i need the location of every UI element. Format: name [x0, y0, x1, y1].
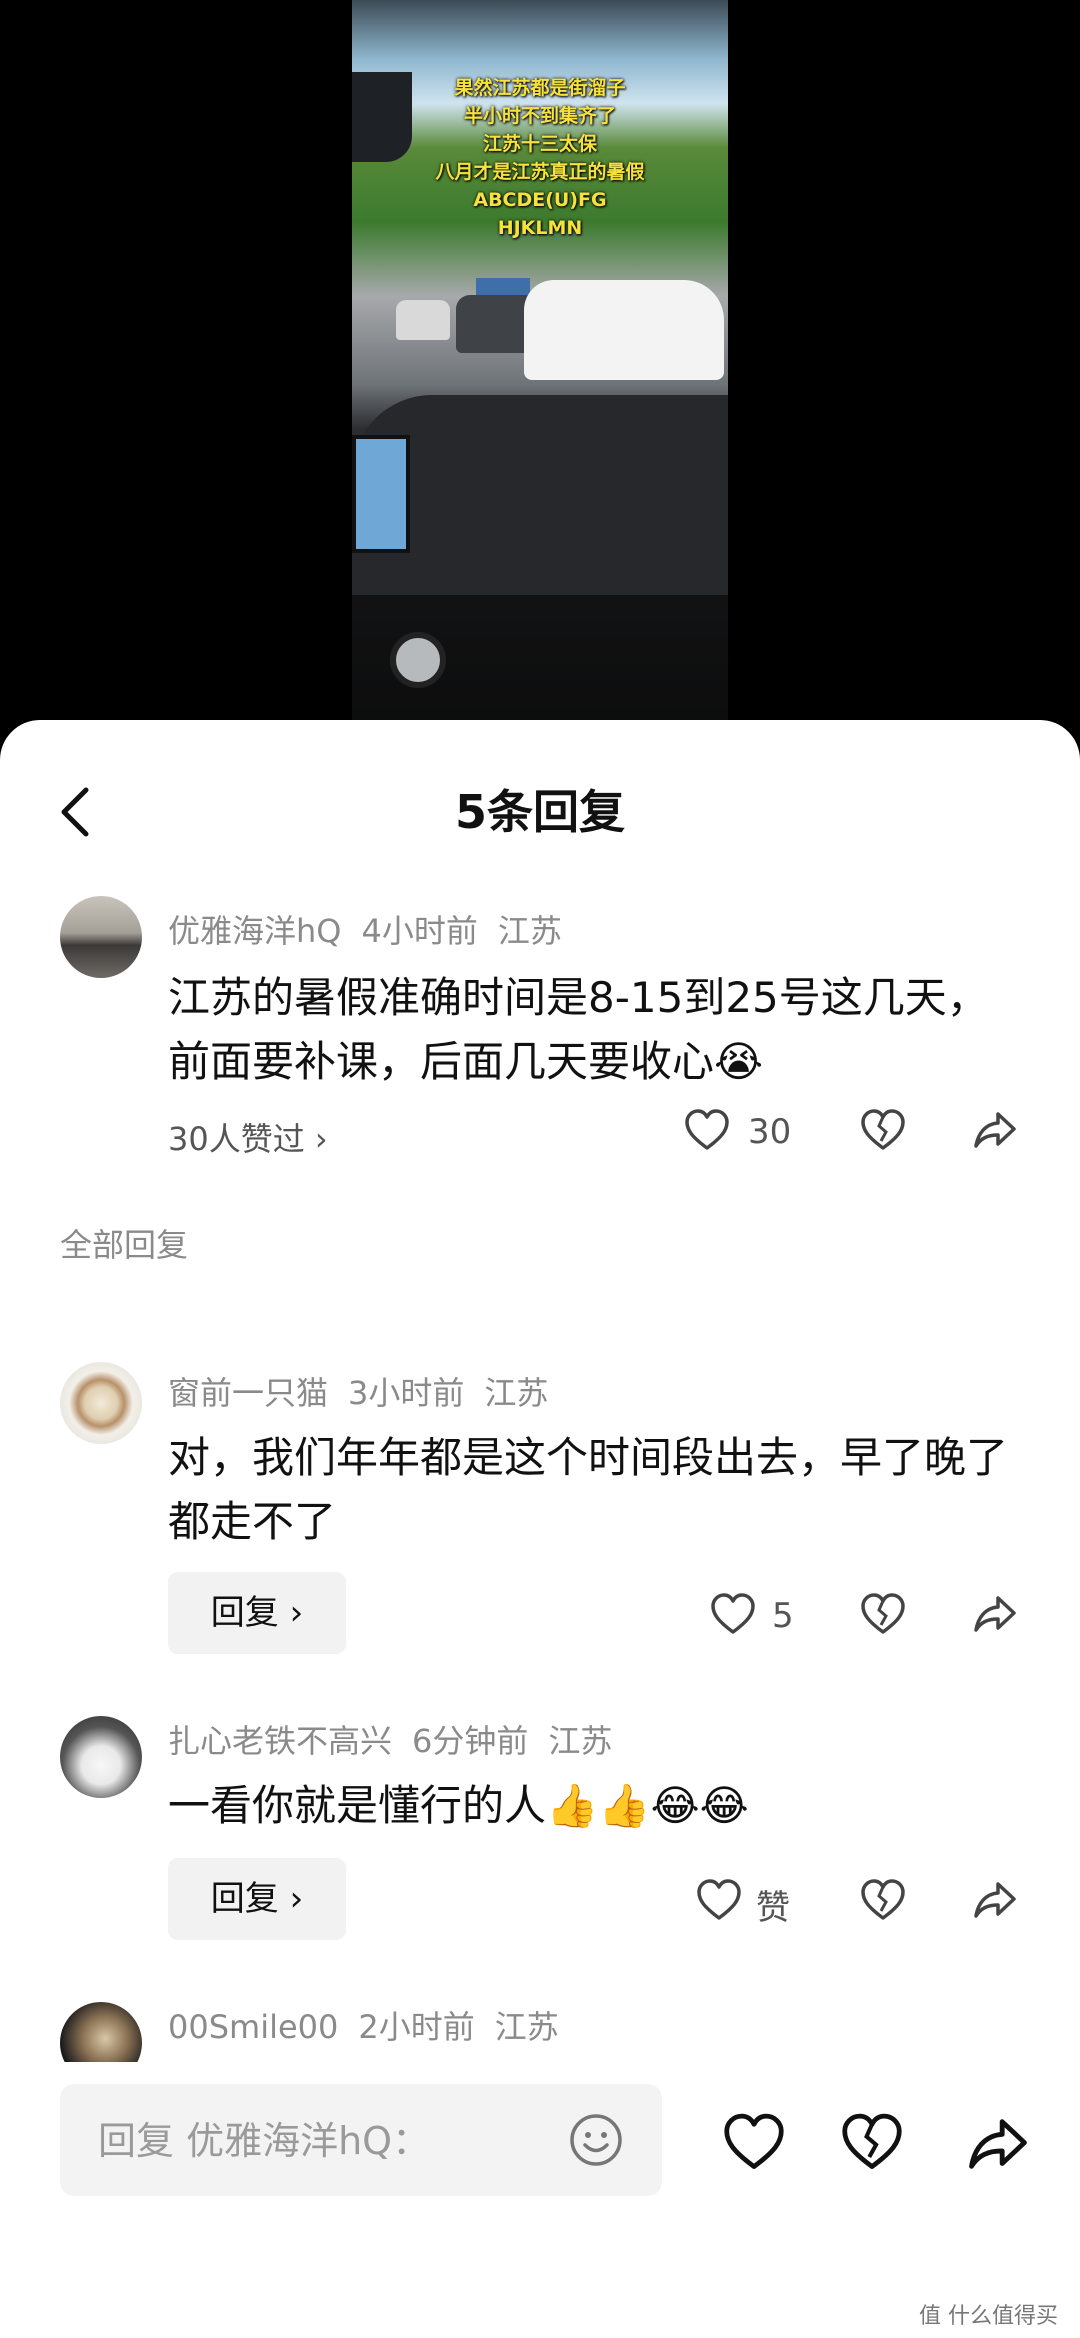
comment-text: 江苏的暑假准确时间是8-15到25号这几天，前面要补课，后面几天要收心😭 — [168, 973, 989, 1086]
broken-heart-icon — [842, 2113, 902, 2169]
share-icon — [969, 2119, 1027, 2169]
location: 江苏 — [494, 2008, 559, 2046]
avatar[interactable] — [60, 1362, 142, 1444]
car-screen — [352, 435, 410, 553]
dislike-button[interactable] — [860, 1592, 906, 1640]
like-button[interactable] — [710, 1592, 756, 1640]
location: 江苏 — [497, 912, 562, 950]
timestamp: 6分钟前 — [412, 1722, 529, 1760]
reply-button[interactable]: 回复 › — [168, 1572, 346, 1654]
like-count: 30 — [748, 1112, 792, 1152]
comment-meta: 窗前一只猫 3小时前 江苏 — [168, 1368, 568, 1414]
dislike-button[interactable] — [860, 1108, 906, 1156]
username[interactable]: 00Smile00 — [168, 2008, 338, 2046]
comment-text: 对，我们年年都是这个时间段出去，早了晚了都走不了 — [168, 1433, 1009, 1546]
share-icon — [974, 1882, 1016, 1918]
dislike-button[interactable] — [840, 2112, 904, 2176]
share-button[interactable] — [972, 1594, 1018, 1638]
username[interactable]: 扎心老铁不高兴 — [168, 1722, 392, 1760]
location: 江苏 — [548, 1722, 613, 1760]
username[interactable]: 窗前一只猫 — [168, 1374, 328, 1412]
timestamp: 2小时前 — [358, 2008, 475, 2046]
reply-input[interactable]: 回复 优雅海洋hQ： — [60, 2084, 662, 2196]
caption-line: 八月才是江苏真正的暑假 — [435, 161, 645, 183]
comment-text: 一看你就是懂行的人👍👍😂😂 — [168, 1781, 749, 1830]
username[interactable]: 优雅海洋hQ — [168, 912, 341, 950]
smiley-icon — [570, 2114, 622, 2166]
caption-line: ABCDE(U)FG — [473, 189, 607, 211]
share-button[interactable] — [972, 1110, 1018, 1154]
video-frame[interactable]: 果然江苏都是街溜子 半小时不到集齐了 江苏十三太保 八月才是江苏真正的暑假 AB… — [352, 0, 728, 740]
page-title: 5条回复 — [454, 785, 625, 839]
video-caption: 果然江苏都是街溜子 半小时不到集齐了 江苏十三太保 八月才是江苏真正的暑假 AB… — [352, 74, 728, 242]
avatar[interactable] — [60, 896, 142, 978]
heart-icon — [697, 1879, 741, 1920]
reply-button[interactable]: 回复 › — [168, 1858, 346, 1940]
heart-icon — [685, 1109, 729, 1150]
section-label: 全部回复 — [60, 1226, 189, 1264]
location: 江苏 — [484, 1374, 549, 1412]
share-button[interactable] — [972, 1880, 1018, 1924]
car — [524, 280, 724, 380]
avatar[interactable] — [60, 1716, 142, 1798]
like-count: 赞 — [756, 1888, 790, 1928]
emoji-button[interactable] — [568, 2112, 624, 2168]
caption-line: 半小时不到集齐了 — [463, 105, 616, 127]
video-player[interactable]: 果然江苏都是街溜子 半小时不到集齐了 江苏十三太保 八月才是江苏真正的暑假 AB… — [0, 0, 1080, 740]
sheet-header: 5条回复 — [0, 720, 1080, 888]
like-button[interactable] — [722, 2112, 786, 2176]
like-button[interactable] — [684, 1108, 730, 1156]
share-button[interactable] — [966, 2116, 1030, 2176]
share-icon — [974, 1112, 1016, 1148]
likes-link[interactable]: 30人赞过 › — [168, 1114, 328, 1160]
car — [396, 300, 450, 340]
heart-icon — [711, 1593, 755, 1634]
caption-line: 江苏十三太保 — [482, 133, 597, 155]
share-icon — [974, 1596, 1016, 1632]
comment-meta: 00Smile00 2小时前 江苏 — [168, 2002, 579, 2048]
reply-input-placeholder[interactable]: 回复 优雅海洋hQ： — [98, 2110, 430, 2165]
like-count: 5 — [772, 1596, 794, 1636]
dislike-button[interactable] — [860, 1878, 906, 1926]
timestamp: 3小时前 — [348, 1374, 465, 1412]
broken-heart-icon — [861, 1109, 905, 1150]
broken-heart-icon — [861, 1879, 905, 1920]
broken-heart-icon — [861, 1593, 905, 1634]
comment-meta: 扎心老铁不高兴 6分钟前 江苏 — [168, 1716, 632, 1762]
timestamp: 4小时前 — [361, 912, 478, 950]
caption-line: HJKLMN — [497, 217, 583, 239]
comment-meta: 优雅海洋hQ 4小时前 江苏 — [168, 906, 582, 952]
reply-sheet: 5条回复 优雅海洋hQ 4小时前 江苏 江苏的暑假准确时间是8-15到25号这几天，… — [0, 720, 1080, 2338]
bottom-bar: 回复 优雅海洋hQ： 值 什么值得买 — [0, 2062, 1080, 2338]
caption-line: 果然江苏都是街溜子 — [454, 77, 626, 99]
watermark: 值 什么值得买 — [919, 2304, 1058, 2329]
gear-knob — [390, 632, 446, 688]
heart-icon — [724, 2113, 784, 2169]
like-button[interactable] — [696, 1878, 742, 1926]
